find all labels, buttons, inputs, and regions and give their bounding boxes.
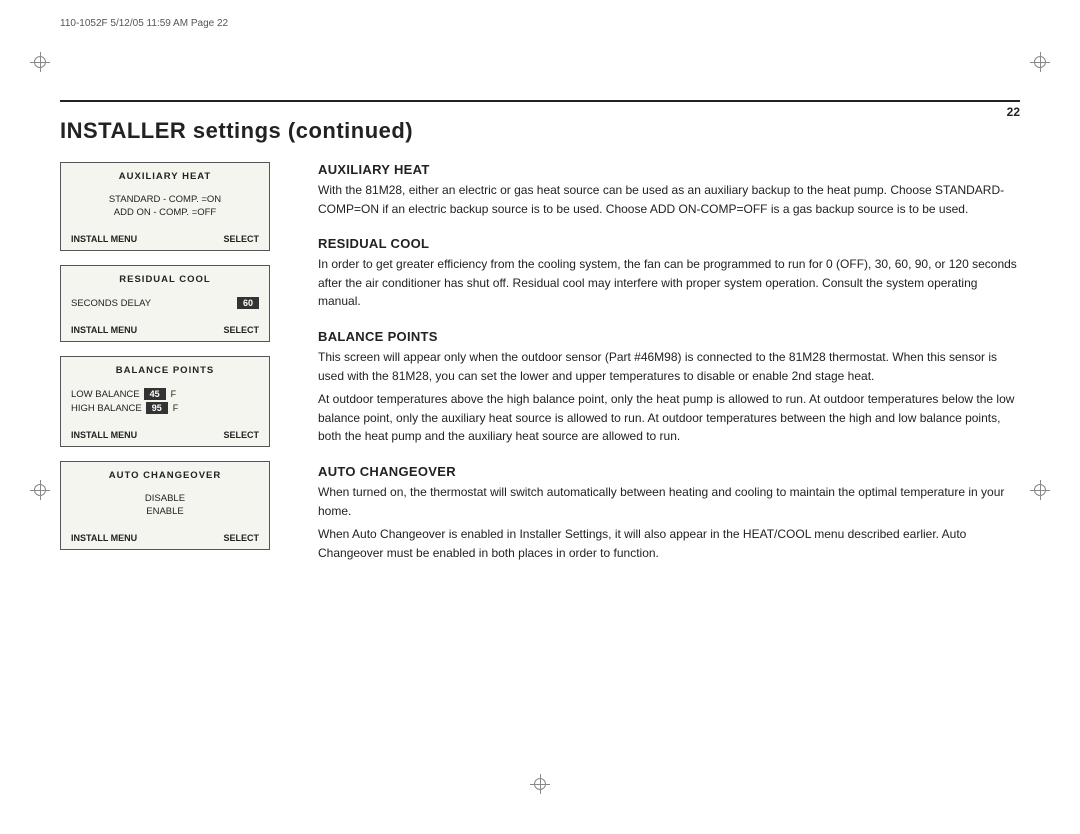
lcd-bal-high-value: 95 <box>146 402 168 414</box>
lcd-res-footer: INSTALL MENU SELECT <box>71 325 259 335</box>
section-auto-body1: When turned on, the thermostat will swit… <box>318 483 1020 520</box>
crosshair-bottom-center <box>530 774 550 794</box>
section-balance-points: BALANCE POINTS This screen will appear o… <box>318 329 1020 446</box>
lcd-bal-high-unit: F <box>173 403 179 413</box>
section-auto-body2: When Auto Changeover is enabled in Insta… <box>318 525 1020 562</box>
lcd-bal-title: BALANCE POINTS <box>71 365 259 376</box>
lcd-auto-title: AUTO CHANGEOVER <box>71 470 259 481</box>
lcd-bal-high-label: HIGH BALANCE <box>71 403 142 414</box>
crosshair-top-left <box>30 52 50 72</box>
lcd-res-install-menu: INSTALL MENU <box>71 325 137 335</box>
lcd-auto-install-menu: INSTALL MENU <box>71 533 137 543</box>
page-number: 22 <box>1007 105 1020 119</box>
main-content: INSTALLER settings (continued) AUXILIARY… <box>60 118 1020 580</box>
lcd-res-value: 60 <box>237 297 259 309</box>
lcd-balance-points: BALANCE POINTS LOW BALANCE 45 F HIGH BAL… <box>60 356 270 447</box>
section-aux-title: AUXILIARY HEAT <box>318 162 1020 177</box>
lcd-auto-changeover: AUTO CHANGEOVER DISABLE ENABLE INSTALL M… <box>60 461 270 550</box>
lcd-aux-footer: INSTALL MENU SELECT <box>71 234 259 244</box>
lcd-bal-low-label: LOW BALANCE <box>71 389 140 400</box>
lcd-bal-low-value: 45 <box>144 388 166 400</box>
section-bal-title: BALANCE POINTS <box>318 329 1020 344</box>
section-bal-body2: At outdoor temperatures above the high b… <box>318 390 1020 446</box>
lcd-bal-select: SELECT <box>223 430 259 440</box>
section-auto-title: AUTO CHANGEOVER <box>318 464 1020 479</box>
lcd-auto-line1: DISABLE <box>71 493 259 504</box>
lcd-aux-line1: STANDARD - COMP. =ON <box>71 194 259 205</box>
lcd-bal-install-menu: INSTALL MENU <box>71 430 137 440</box>
section-res-body: In order to get greater efficiency from … <box>318 255 1020 311</box>
lcd-res-title: RESIDUAL COOL <box>71 274 259 285</box>
lcd-bal-high-row: HIGH BALANCE 95 F <box>71 402 259 414</box>
page-title: INSTALLER settings (continued) <box>60 118 1020 144</box>
lcd-bal-footer: INSTALL MENU SELECT <box>71 430 259 440</box>
section-bal-body1: This screen will appear only when the ou… <box>318 348 1020 385</box>
crosshair-mid-left <box>30 480 50 500</box>
lcd-auto-line2: ENABLE <box>71 506 259 517</box>
lcd-aux-title: AUXILIARY HEAT <box>71 171 259 182</box>
lcd-auxiliary-heat: AUXILIARY HEAT STANDARD - COMP. =ON ADD … <box>60 162 270 251</box>
lcd-auto-select: SELECT <box>223 533 259 543</box>
meta-line: 110-1052F 5/12/05 11:59 AM Page 22 <box>60 18 228 29</box>
lcd-auto-footer: INSTALL MENU SELECT <box>71 533 259 543</box>
right-col: AUXILIARY HEAT With the 81M28, either an… <box>318 162 1020 580</box>
section-auto-changeover: AUTO CHANGEOVER When turned on, the ther… <box>318 464 1020 562</box>
two-col: AUXILIARY HEAT STANDARD - COMP. =ON ADD … <box>60 162 1020 580</box>
crosshair-top-right <box>1030 52 1050 72</box>
top-rule <box>60 100 1020 102</box>
section-auxiliary-heat: AUXILIARY HEAT With the 81M28, either an… <box>318 162 1020 218</box>
lcd-bal-low-row: LOW BALANCE 45 F <box>71 388 259 400</box>
lcd-residual-cool: RESIDUAL COOL SECONDS DELAY 60 INSTALL M… <box>60 265 270 342</box>
section-res-title: RESIDUAL COOL <box>318 236 1020 251</box>
page-wrapper: 110-1052F 5/12/05 11:59 AM Page 22 22 IN… <box>0 0 1080 834</box>
lcd-aux-install-menu: INSTALL MENU <box>71 234 137 244</box>
crosshair-mid-right <box>1030 480 1050 500</box>
lcd-res-select: SELECT <box>223 325 259 335</box>
lcd-aux-line2: ADD ON - COMP. =OFF <box>71 207 259 218</box>
lcd-bal-low-unit: F <box>171 389 177 399</box>
section-residual-cool: RESIDUAL COOL In order to get greater ef… <box>318 236 1020 311</box>
left-col: AUXILIARY HEAT STANDARD - COMP. =ON ADD … <box>60 162 290 550</box>
lcd-aux-select: SELECT <box>223 234 259 244</box>
lcd-res-label: SECONDS DELAY <box>71 298 151 309</box>
lcd-res-row: SECONDS DELAY 60 <box>71 297 259 309</box>
section-aux-body: With the 81M28, either an electric or ga… <box>318 181 1020 218</box>
